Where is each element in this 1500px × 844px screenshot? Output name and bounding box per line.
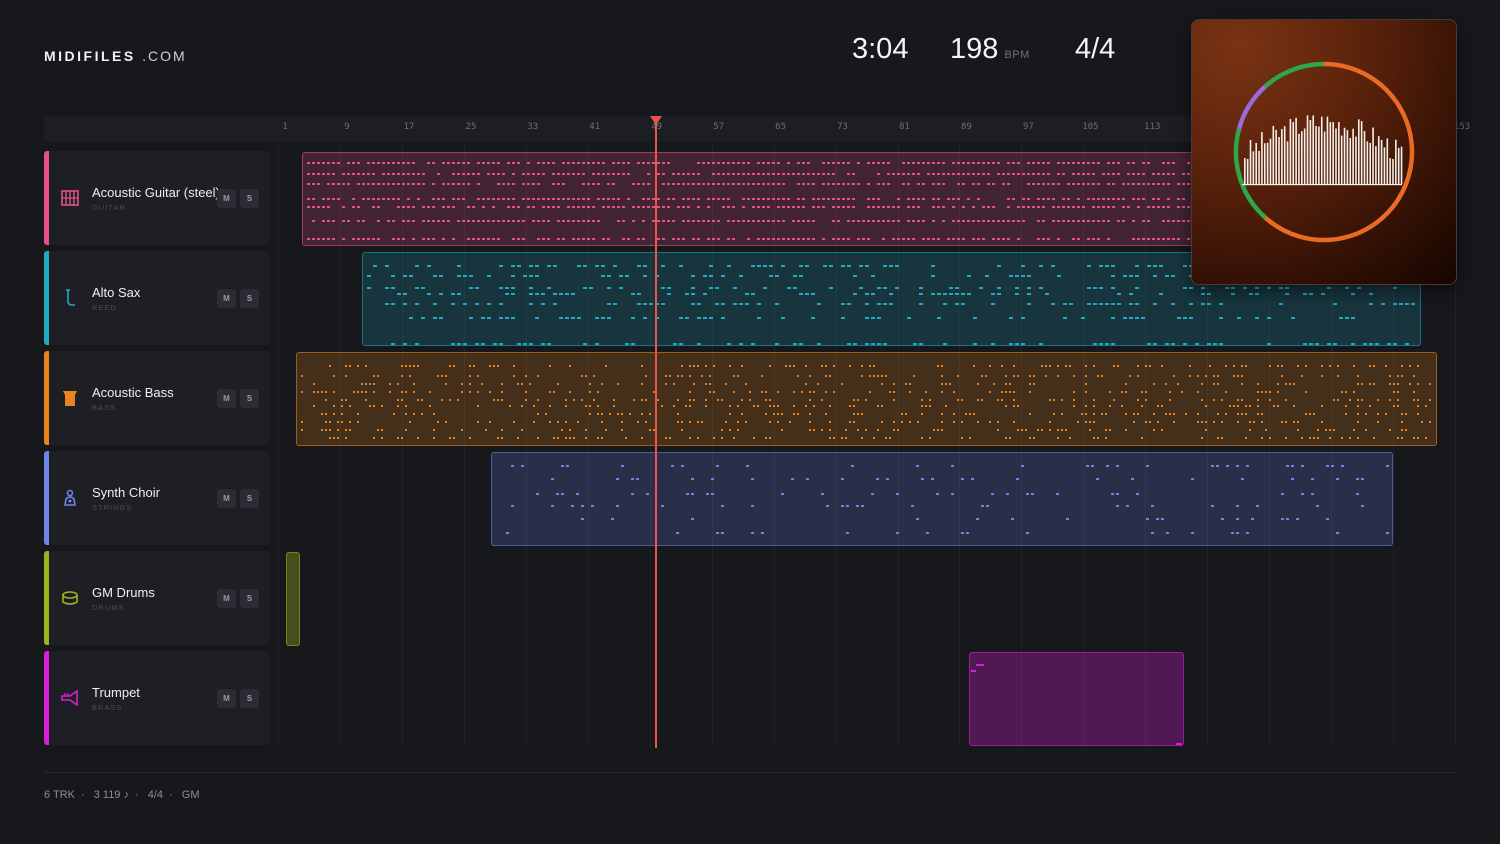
track-header[interactable]: Acoustic Guitar (steel) GUITAR M S [44,151,270,245]
status-bar: 6 TRK · 3 119 ♪ · 4/4 · GM [44,789,200,801]
visualizer-graphic [1233,61,1415,243]
track-category: DRUMS [92,603,125,612]
ruler-tick: 41 [589,122,601,132]
sax-icon [60,288,80,308]
track-name: Acoustic Bass [92,385,174,400]
mute-button[interactable]: M [217,589,236,608]
track-count: 6 TRK [44,789,75,801]
track-name: Trumpet [92,685,140,700]
time-signature: 4/4 [1075,33,1116,65]
midi-clip[interactable] [286,552,300,646]
ruler-tick: 105 [1082,122,1099,132]
drum-icon [60,588,80,608]
choir-icon [60,488,80,508]
grid-line [278,142,279,748]
note-count: 3 119 ♪ [93,789,129,801]
mute-button[interactable]: M [217,389,236,408]
track-header[interactable]: GM Drums DRUMS M S [44,551,270,645]
track-category: BASS [92,403,117,412]
clip-notes [287,553,300,646]
playback-time: 3:04 [852,33,909,65]
footer-divider [44,772,1456,773]
track-color-stripe [44,151,49,245]
track-color-stripe [44,351,49,445]
ruler-tick: 97 [1022,122,1034,132]
track-name: GM Drums [92,585,155,600]
bass-icon [60,388,80,408]
tempo-unit: BPM [1004,49,1030,61]
track-category: BRASS [92,703,123,712]
track-name: Alto Sax [92,285,141,300]
ruler-tick: 17 [403,122,415,132]
track-category: STRINGS [92,503,133,512]
ruler-tick: 57 [713,122,725,132]
midi-standard: GM [181,789,200,801]
solo-button[interactable]: S [240,289,259,308]
ruler-tick: 113 [1144,122,1161,132]
track-color-stripe [44,451,49,545]
track-name: Synth Choir [92,485,160,500]
ruler-tick: 9 [344,122,350,132]
solo-button[interactable]: S [240,489,259,508]
track-category: GUITAR [92,203,126,212]
solo-button[interactable]: S [240,689,259,708]
mute-button[interactable]: M [217,189,236,208]
clip-notes [971,664,1182,745]
midi-clip[interactable] [296,352,1437,446]
track-header[interactable]: Acoustic Bass BASS M S [44,351,270,445]
mute-button[interactable]: M [217,489,236,508]
guitar-icon [60,188,80,208]
ruler-tick: 89 [961,122,972,132]
ruler-tick: 33 [527,122,539,132]
mute-button[interactable]: M [217,689,236,708]
midi-clip[interactable] [491,452,1393,546]
footer-time-signature: 4/4 [147,789,164,801]
track-color-stripe [44,551,49,645]
midi-clip[interactable] [969,652,1184,746]
track-category: REED [92,303,117,312]
playhead[interactable] [655,116,657,748]
solo-button[interactable]: S [240,189,259,208]
solo-button[interactable]: S [240,389,259,408]
solo-button[interactable]: S [240,589,259,608]
ruler-tick: 73 [837,122,848,132]
ruler-tick: 81 [899,122,910,132]
clip-notes [506,465,1389,534]
audio-visualizer [1191,19,1457,285]
playhead-handle[interactable] [650,116,662,125]
track-name: Acoustic Guitar (steel) [92,185,220,200]
track-color-stripe [44,651,49,745]
track-color-stripe [44,251,49,345]
trumpet-icon [60,688,80,708]
ruler-tick: 1 [282,122,288,132]
ruler-tick: 65 [775,122,787,132]
track-header[interactable]: Alto Sax REED M S [44,251,270,345]
clip-notes [301,365,1431,439]
tempo-display: 198 BPM [950,33,1030,66]
track-header[interactable]: Trumpet BRASS M S [44,651,270,745]
ruler-tick: 25 [465,122,477,132]
tempo-value: 198 [950,33,999,65]
mute-button[interactable]: M [217,289,236,308]
track-header[interactable]: Synth Choir STRINGS M S [44,451,270,545]
